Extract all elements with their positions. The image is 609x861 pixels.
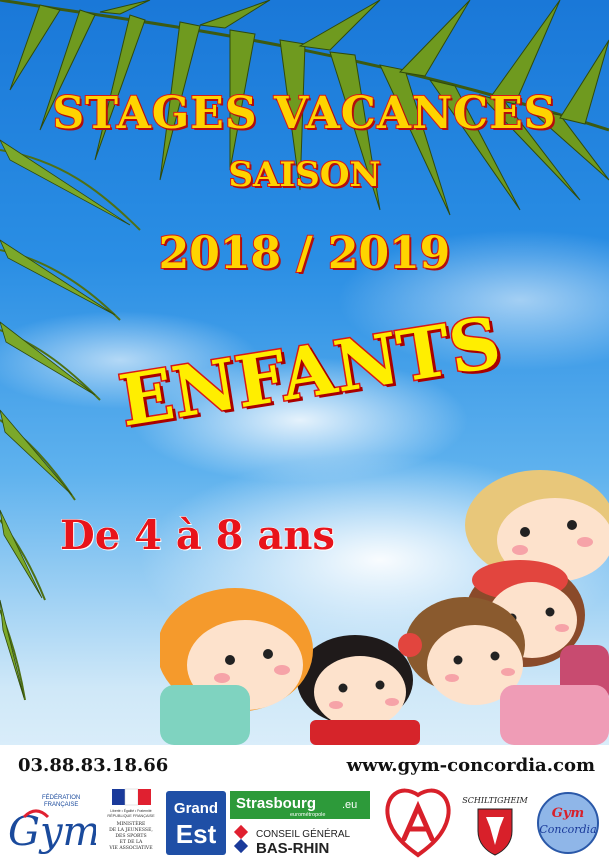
basrhin-line2: BAS-RHIN — [256, 840, 329, 857]
poster: STAGES VACANCES SAISON 2018 / 2019 ENFAN… — [0, 0, 609, 861]
gym-concordia-logo: Gym Concordia — [537, 792, 599, 854]
strasbourg-suffix: .eu — [342, 799, 357, 811]
child-dark-hair — [297, 633, 422, 745]
grand-est-line2: Est — [176, 819, 217, 849]
ministere-line1: Liberté • Égalité • Fraternité — [110, 808, 152, 813]
ffgym-logo: FÉDÉRATION FRANÇAISE Gym — [8, 794, 96, 855]
concordia-line2: Concordia — [539, 823, 596, 836]
strasbourg-name: Strasbourg — [236, 795, 316, 812]
ministere-line4: DE LA JEUNESSE, — [109, 827, 153, 833]
ffgym-line2: FRANÇAISE — [44, 802, 78, 808]
title-saison: SAISON — [227, 154, 381, 196]
partner-logos-bar: FÉDÉRATION FRANÇAISE Gym Liberté • Égali… — [0, 787, 609, 861]
strasbourg-basrhin-logo: Strasbourg .eu eurométropole CONSEIL GÉN… — [230, 791, 370, 857]
strasbourg-sub: eurométropole — [290, 812, 325, 818]
basrhin-line1: CONSEIL GÉNÉRAL — [256, 827, 351, 840]
grand-est-line1: Grand — [174, 800, 218, 817]
phone-number[interactable]: 03.88.83.18.66 — [18, 755, 168, 776]
ministere-line5: DES SPORTS — [115, 833, 146, 839]
ffgym-mark: Gym — [8, 809, 96, 855]
grand-est-logo: Grand Est — [166, 791, 226, 855]
ministere-line6: ET DE LA — [120, 839, 143, 845]
ffgym-line1: FÉDÉRATION — [42, 794, 80, 801]
website-link[interactable]: www.gym-concordia.com — [347, 755, 595, 776]
alsace-logo — [385, 788, 451, 858]
child-orange-hair — [160, 588, 313, 745]
title-years: 2018 / 2019 — [158, 227, 452, 280]
ministere-line7: VIE ASSOCIATIVE — [108, 845, 152, 851]
concordia-line1: Gym — [552, 806, 584, 821]
ministere-logo: Liberté • Égalité • Fraternité RÉPUBLIQU… — [107, 788, 155, 851]
schiltigheim-name: SCHILTIGHEIM — [462, 796, 528, 805]
contact-bar: 03.88.83.18.66 www.gym-concordia.com — [0, 745, 609, 787]
title-stages-vacances: STAGES VACANCES — [51, 87, 557, 140]
ministere-line3: MINISTÈRE — [117, 819, 146, 827]
ministere-line2: RÉPUBLIQUE FRANÇAISE — [107, 813, 155, 818]
schiltigheim-logo: SCHILTIGHEIM — [462, 796, 529, 856]
cartoon-children-illustration — [160, 470, 609, 745]
